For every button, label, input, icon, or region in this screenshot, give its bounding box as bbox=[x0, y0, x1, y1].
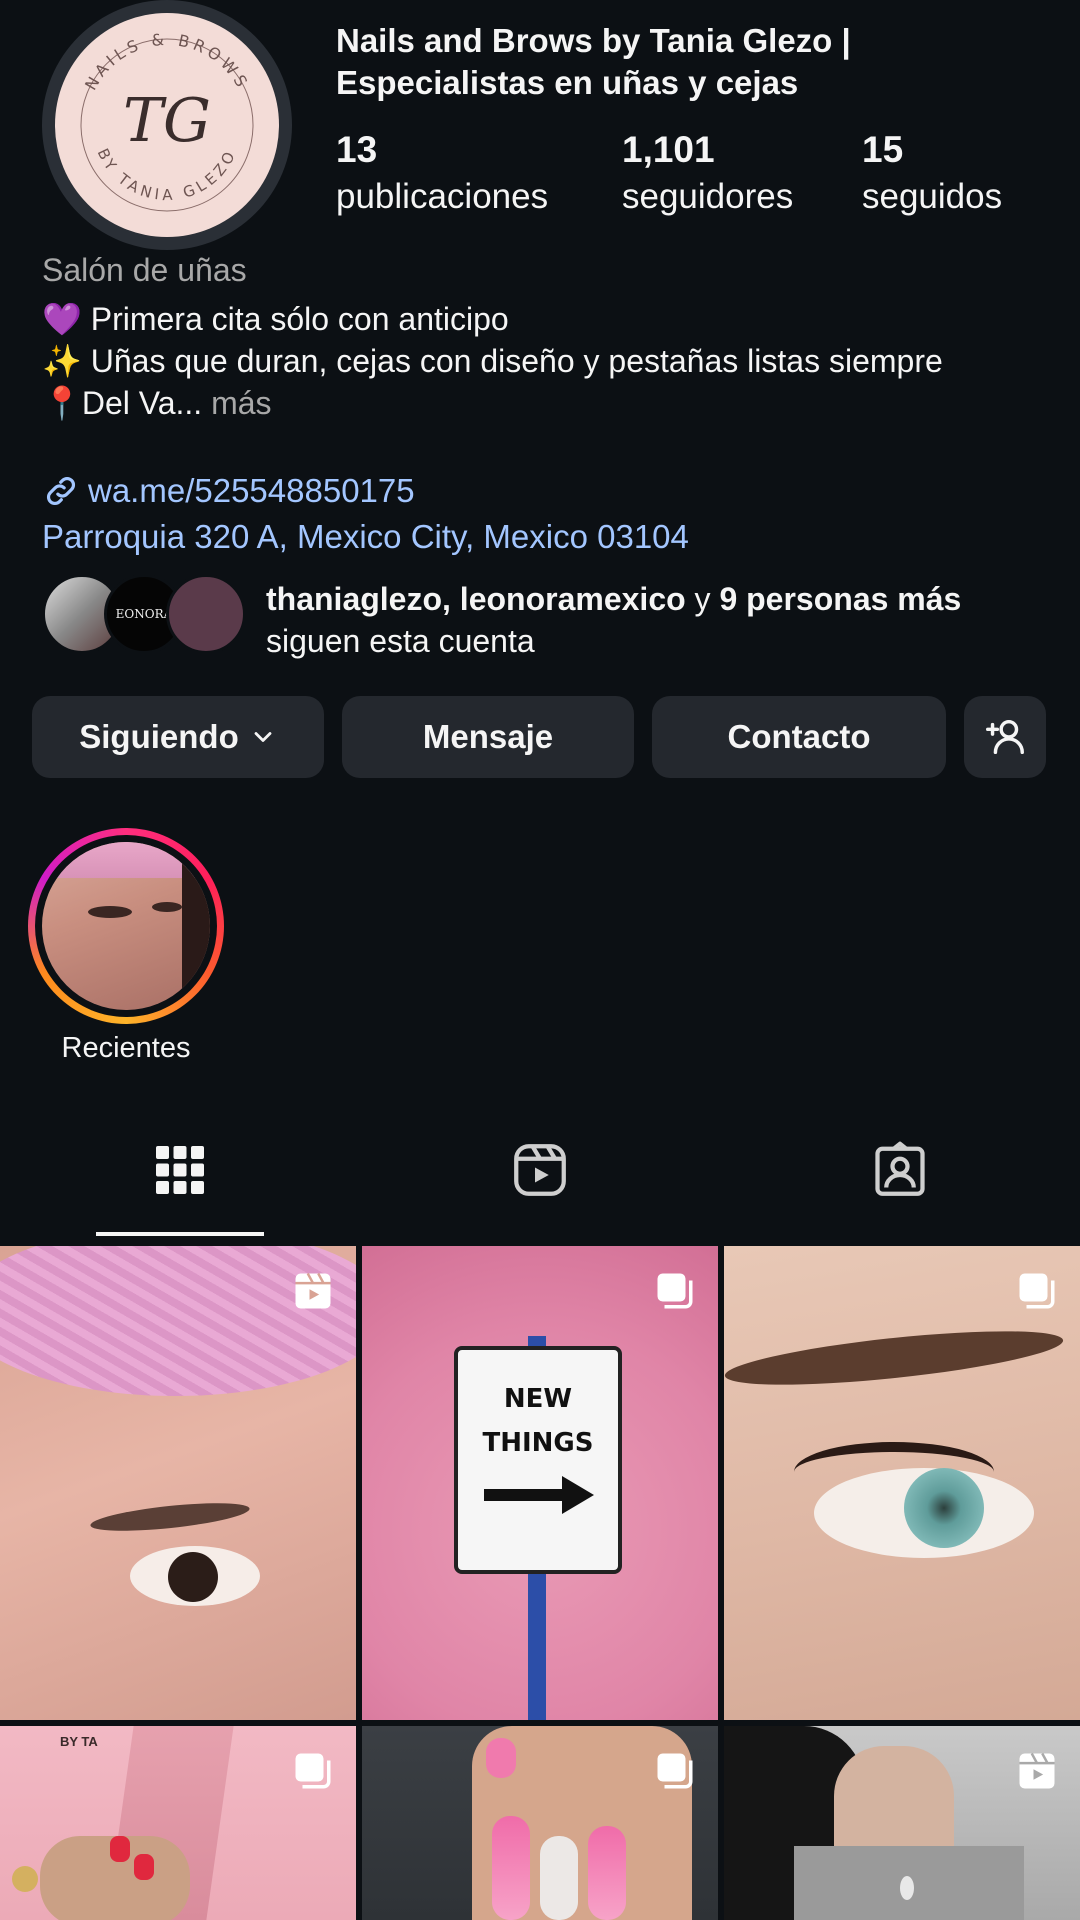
stat-posts[interactable]: 13 publicaciones bbox=[336, 128, 548, 222]
chevron-down-icon bbox=[254, 732, 272, 742]
contact-button[interactable]: Contacto bbox=[652, 696, 946, 778]
bio-line-3-text: 📍Del Va... bbox=[42, 385, 203, 421]
following-button-label: Siguiendo bbox=[79, 718, 239, 755]
reels-icon bbox=[514, 1144, 566, 1196]
reel-icon bbox=[1019, 1752, 1055, 1789]
stat-posts-value: 13 bbox=[336, 129, 378, 170]
avatar-ring-text-top: NAILS & BROWS bbox=[81, 30, 249, 94]
stat-followers-value: 1,101 bbox=[622, 129, 715, 170]
profile-address[interactable]: Parroquia 320 A, Mexico City, Mexico 031… bbox=[42, 518, 689, 556]
following-button[interactable]: Siguiendo bbox=[32, 696, 324, 778]
arrow-right-icon bbox=[484, 1476, 594, 1514]
followed-by-avatars[interactable]: EONORA bbox=[42, 574, 252, 656]
stat-following-label: seguidos bbox=[862, 177, 1003, 216]
carousel-icon bbox=[657, 1753, 693, 1789]
contact-button-label: Contacto bbox=[727, 718, 871, 755]
profile-link-text: wa.me/525548850175 bbox=[88, 472, 415, 509]
message-button[interactable]: Mensaje bbox=[342, 696, 634, 778]
tab-reels[interactable] bbox=[510, 1140, 570, 1200]
profile-avatar[interactable]: NAILS & BROWS BY TANIA GLEZO TG bbox=[42, 0, 292, 250]
grid-icon bbox=[156, 1146, 204, 1194]
highlight-inner bbox=[35, 835, 217, 1017]
suggest-people-button[interactable] bbox=[964, 696, 1046, 778]
bio-line-1: 💜 Primera cita sólo con anticipo bbox=[42, 301, 509, 337]
tab-grid[interactable] bbox=[150, 1140, 210, 1200]
grid-post-5[interactable] bbox=[362, 1726, 718, 1920]
avatar-image: NAILS & BROWS BY TANIA GLEZO TG bbox=[55, 13, 279, 237]
bio-line-3: 📍Del Va... más bbox=[42, 382, 1042, 424]
highlight-recientes[interactable] bbox=[28, 828, 224, 1024]
carousel-icon bbox=[1019, 1273, 1055, 1309]
stat-posts-label: publicaciones bbox=[336, 177, 549, 216]
profile-bio: 💜 Primera cita sólo con anticipo ✨ Uñas … bbox=[42, 298, 1042, 424]
bio-line-2: ✨ Uñas que duran, cejas con diseño y pes… bbox=[42, 343, 943, 379]
grid-post-2[interactable]: NEW THINGS bbox=[362, 1246, 718, 1720]
follower-avatar-2-text: EONORA bbox=[115, 607, 173, 621]
tab-tagged[interactable] bbox=[870, 1140, 930, 1200]
followed-by-text[interactable]: thaniaglezo, leonoramexico y 9 personas … bbox=[266, 578, 1046, 662]
sign-line-2: THINGS bbox=[482, 1428, 594, 1458]
highlight-label: Recientes bbox=[61, 1032, 191, 1064]
add-person-icon bbox=[986, 719, 1024, 755]
grid-post-1[interactable] bbox=[0, 1246, 356, 1720]
profile-name: Nails and Brows by Tania Glezo | Especia… bbox=[336, 22, 851, 101]
active-tab-indicator bbox=[96, 1232, 264, 1236]
carousel-icon bbox=[295, 1753, 331, 1789]
stat-followers[interactable]: 1,101 seguidores bbox=[622, 128, 793, 222]
link-icon bbox=[47, 477, 75, 505]
stat-following[interactable]: 15 seguidos bbox=[862, 128, 1002, 222]
profile-category: Salón de uñas bbox=[42, 252, 247, 288]
sign-line-1: NEW bbox=[503, 1384, 573, 1414]
grid-post-4-corner-text: BY TA bbox=[60, 1734, 98, 1749]
followed-by-connector: y bbox=[694, 581, 711, 617]
highlight-image bbox=[42, 842, 210, 1010]
grid-post-6[interactable] bbox=[724, 1726, 1080, 1920]
follower-avatar-3 bbox=[166, 574, 246, 654]
message-button-label: Mensaje bbox=[422, 718, 554, 755]
bio-more-link[interactable]: más bbox=[211, 385, 271, 421]
stat-followers-label: seguidores bbox=[622, 177, 794, 216]
new-things-sign: NEW THINGS bbox=[454, 1346, 622, 1574]
grid-post-4[interactable]: BY TA bbox=[0, 1726, 356, 1920]
profile-link[interactable]: wa.me/525548850175 bbox=[42, 472, 415, 510]
followed-by-suffix: siguen esta cuenta bbox=[266, 623, 535, 659]
svg-text:NAILS & BROWS: NAILS & BROWS bbox=[81, 30, 253, 94]
avatar-monogram: TG bbox=[123, 86, 211, 156]
tagged-icon bbox=[875, 1141, 925, 1196]
stat-following-value: 15 bbox=[862, 129, 904, 170]
carousel-icon bbox=[657, 1273, 693, 1309]
grid-post-3[interactable] bbox=[724, 1246, 1080, 1720]
followed-by-others: 9 personas más bbox=[719, 581, 962, 617]
reel-icon bbox=[295, 1272, 331, 1309]
followed-by-names: thaniaglezo, leonoramexico bbox=[266, 581, 686, 617]
